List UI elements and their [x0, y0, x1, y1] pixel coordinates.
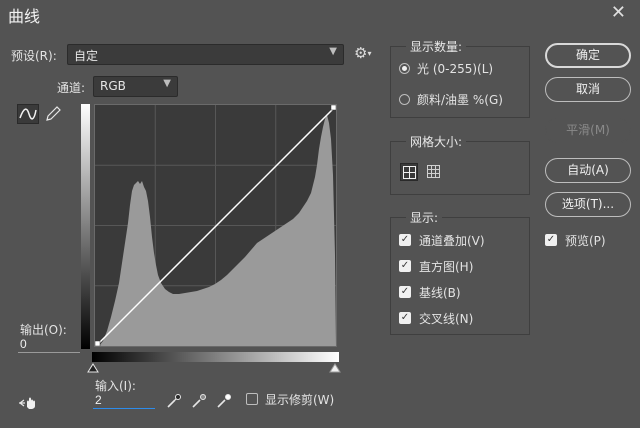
auto-button[interactable]: 自动(A): [545, 158, 631, 183]
cancel-button[interactable]: 取消: [545, 77, 631, 102]
histogram-label: 直方图(H): [419, 260, 474, 274]
chevron-down-icon: ▼: [163, 78, 171, 89]
light-radio-label: 光 (0-255)(L): [417, 62, 494, 76]
gray-eyedropper-icon[interactable]: [191, 393, 207, 409]
channel-value: RGB: [100, 79, 126, 93]
targeted-adjustment-hand-icon[interactable]: [18, 396, 40, 410]
baseline-label: 基线(B): [419, 286, 461, 300]
intersection-line-label: 交叉线(N): [419, 312, 474, 326]
channel-label: 通道:: [57, 81, 86, 95]
pigment-ink-radio-label: 颜料/油墨 %(G): [417, 93, 503, 107]
pigment-ink-radio[interactable]: [399, 94, 410, 105]
black-point-slider[interactable]: [87, 363, 99, 373]
curve-endpoint-black: [95, 340, 101, 346]
chevron-down-icon: ▼: [329, 46, 337, 57]
preset-label: 预设(R):: [11, 49, 57, 63]
input-field[interactable]: [93, 392, 155, 409]
smooth-button[interactable]: 平滑(M): [545, 118, 631, 143]
close-icon[interactable]: ✕: [611, 2, 626, 23]
baseline-checkbox[interactable]: ✓: [399, 286, 411, 298]
curve-endpoint-white: [330, 105, 336, 111]
coarse-grid-icon[interactable]: [400, 163, 418, 181]
output-gradient-bar: [81, 104, 90, 349]
fine-grid-icon[interactable]: [425, 163, 443, 181]
channel-overlays-label: 通道叠加(V): [419, 234, 485, 248]
grid-size-title: 网格大小:: [406, 133, 467, 150]
preset-settings-icon[interactable]: ⚙▾: [354, 44, 371, 62]
black-eyedropper-icon[interactable]: [166, 393, 182, 409]
preset-select[interactable]: 自定 ▼: [67, 44, 344, 65]
show-clipping-label: 显示修剪(W): [265, 393, 335, 407]
curves-graph[interactable]: [94, 104, 337, 347]
channel-overlays-checkbox[interactable]: ✓: [399, 234, 411, 246]
white-eyedropper-icon[interactable]: [216, 393, 232, 409]
preview-checkbox[interactable]: ✓: [545, 234, 557, 246]
input-gradient-bar: [92, 352, 339, 362]
options-button[interactable]: 选项(T)...: [545, 192, 631, 217]
preset-value: 自定: [74, 49, 99, 63]
show-clipping-checkbox[interactable]: [246, 393, 258, 405]
white-point-slider[interactable]: [329, 363, 341, 373]
display-amount-title: 显示数量:: [406, 38, 467, 55]
dialog-title: 曲线: [8, 7, 41, 26]
intersection-line-checkbox[interactable]: ✓: [399, 312, 411, 324]
output-field[interactable]: [18, 336, 80, 353]
pencil-icon[interactable]: [43, 105, 63, 123]
curve-point-tool-icon[interactable]: [17, 104, 39, 124]
preview-label: 预览(P): [565, 234, 606, 248]
histogram-checkbox[interactable]: ✓: [399, 260, 411, 272]
title-bar: 曲线 ✕: [0, 0, 640, 30]
channel-select[interactable]: RGB ▼: [93, 76, 178, 97]
light-radio[interactable]: [399, 63, 410, 74]
ok-button[interactable]: 确定: [545, 43, 631, 68]
show-title: 显示:: [406, 209, 443, 226]
